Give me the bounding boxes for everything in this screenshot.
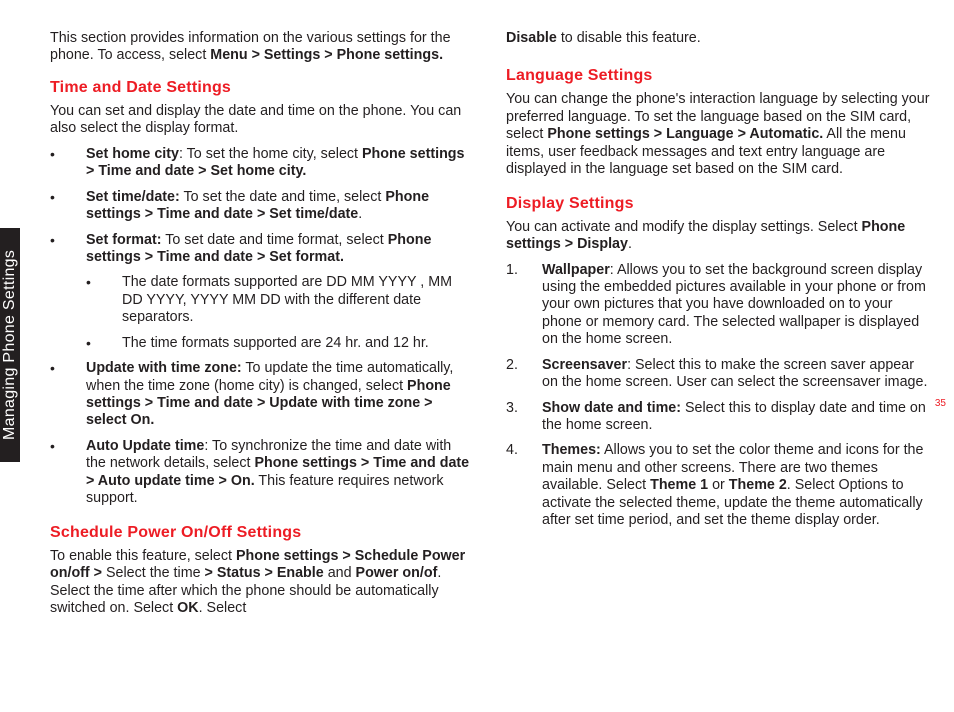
item-sep: :: [610, 262, 617, 278]
time-date-lead: You can set and display the date and tim…: [50, 103, 474, 138]
list-item: Set home city: To set the home city, sel…: [50, 146, 474, 181]
display-list: Wallpaper: Allows you to set the backgro…: [506, 262, 930, 530]
time-date-list: Set home city: To set the home city, sel…: [50, 146, 474, 508]
subitem-text: The date formats supported are DD MM YYY…: [122, 274, 452, 325]
list-item: Wallpaper: Allows you to set the backgro…: [506, 262, 930, 349]
right-column: Disable to disable this feature. Languag…: [506, 30, 930, 617]
b: OK: [177, 600, 198, 616]
schedule-heading: Schedule Power On/Off Settings: [50, 524, 474, 542]
b: Theme 1: [650, 477, 708, 493]
t: To enable this feature, select: [50, 548, 236, 564]
item-label: Screensaver: [542, 357, 627, 373]
item-label: Set time/date:: [86, 189, 180, 205]
list-item: Update with time zone: To update the tim…: [50, 360, 474, 430]
t: . Select: [199, 600, 247, 616]
item-label: Themes:: [542, 442, 601, 458]
intro-path: Menu > Settings > Phone settings.: [210, 47, 443, 63]
language-paragraph: You can change the phone's interaction l…: [506, 91, 930, 178]
item-label: Update with time zone:: [86, 360, 242, 376]
item-sep: :: [627, 357, 635, 373]
format-sublist: The date formats supported are DD MM YYY…: [86, 274, 474, 352]
list-item: Auto Update time: To synchronize the tim…: [50, 438, 474, 508]
item-text: To set the date and time, select: [183, 189, 385, 205]
item-label: Wallpaper: [542, 262, 610, 278]
time-date-heading: Time and Date Settings: [50, 79, 474, 97]
item-text: To set date and time format, select: [165, 232, 388, 248]
t: Select the time: [102, 565, 205, 581]
list-item: Themes: Allows you to set the color them…: [506, 442, 930, 529]
intro-paragraph: This section provides information on the…: [50, 30, 474, 65]
sidebar-label: Managing Phone Settings: [1, 250, 19, 440]
display-heading: Display Settings: [506, 195, 930, 213]
page-content: This section provides information on the…: [50, 30, 930, 617]
item-text: To set the home city, select: [187, 146, 362, 162]
display-section: Display Settings You can activate and mo…: [506, 195, 930, 530]
b: > Status > Enable: [205, 565, 324, 581]
list-item: The time formats supported are 24 hr. an…: [86, 335, 474, 352]
item-sep: :: [179, 146, 187, 162]
t: .: [628, 236, 632, 252]
item-label: Show date and time:: [542, 400, 681, 416]
item-label: Set format:: [86, 232, 161, 248]
schedule-paragraph: To enable this feature, select Phone set…: [50, 548, 474, 618]
page-number: 35: [935, 398, 946, 409]
list-item: The date formats supported are DD MM YYY…: [86, 274, 474, 326]
t: or: [708, 477, 729, 493]
list-item: Screensaver: Select this to make the scr…: [506, 357, 930, 392]
left-column: This section provides information on the…: [50, 30, 474, 617]
b: Disable: [506, 30, 557, 46]
list-item: Set format: To set date and time format,…: [50, 232, 474, 353]
item-after: .: [358, 206, 362, 222]
time-date-section: Time and Date Settings You can set and d…: [50, 79, 474, 508]
disable-paragraph: Disable to disable this feature.: [506, 30, 930, 47]
display-lead: You can activate and modify the display …: [506, 219, 930, 254]
t: and: [324, 565, 356, 581]
item-sep: :: [204, 438, 212, 454]
subitem-text: The time formats supported are 24 hr. an…: [122, 335, 429, 351]
b: Theme 2: [729, 477, 787, 493]
list-item: Show date and time: Select this to displ…: [506, 400, 930, 435]
list-item: Set time/date: To set the date and time,…: [50, 189, 474, 224]
language-heading: Language Settings: [506, 67, 930, 85]
t: to disable this feature.: [557, 30, 701, 46]
b: Power on/of: [356, 565, 438, 581]
sidebar-section-tab: Managing Phone Settings: [0, 228, 20, 462]
item-label: Set home city: [86, 146, 179, 162]
language-section: Language Settings You can change the pho…: [506, 67, 930, 178]
b: Phone settings > Language > Automatic.: [547, 126, 823, 142]
t: You can activate and modify the display …: [506, 219, 862, 235]
item-label: Auto Update time: [86, 438, 204, 454]
schedule-section: Schedule Power On/Off Settings To enable…: [50, 524, 474, 618]
